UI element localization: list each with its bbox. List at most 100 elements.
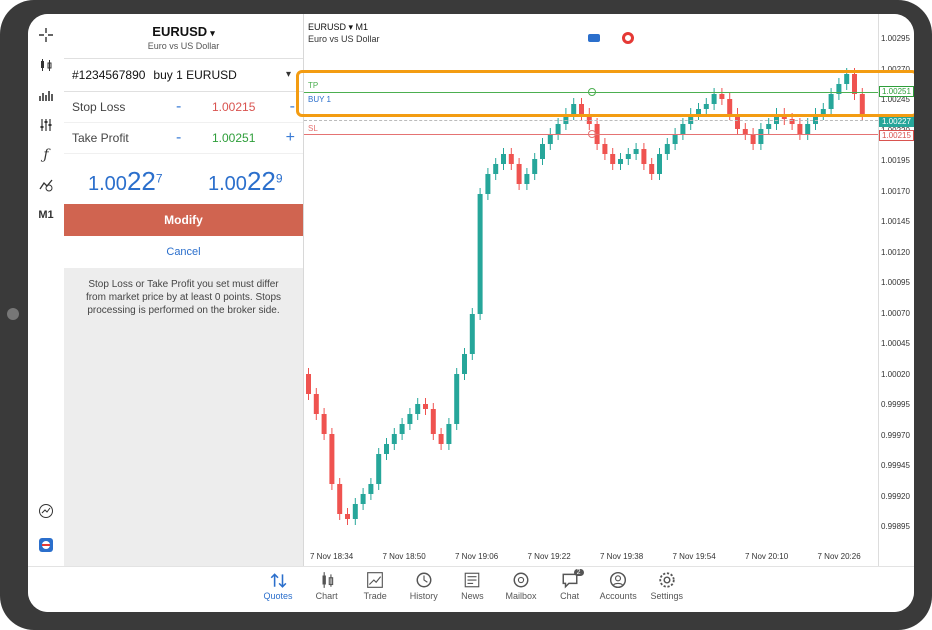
chat-badge: 2 — [573, 569, 584, 576]
candle — [524, 174, 530, 184]
history-icon — [416, 572, 432, 588]
ask-price: 1.00229 — [208, 166, 283, 196]
candle — [672, 134, 678, 144]
candle — [657, 154, 662, 174]
nav-trade[interactable]: Trade — [351, 571, 399, 601]
symbol-header[interactable]: EURUSD ▾ Euro vs US Dollar — [64, 14, 303, 59]
price-tick: 1.00270 — [881, 64, 910, 74]
symbol-name: EURUSD — [152, 24, 208, 39]
candle — [368, 484, 374, 494]
candle — [532, 159, 538, 174]
price-tick: 1.00120 — [881, 247, 910, 257]
price-chart[interactable]: EURUSD ▾ M1 Euro vs US Dollar TP BUY 1 S… — [304, 14, 914, 566]
nav-label: Chart — [315, 591, 338, 601]
nav-quotes[interactable]: Quotes — [254, 571, 302, 601]
candle — [859, 94, 865, 114]
candle — [633, 149, 639, 154]
candle — [813, 114, 818, 124]
chevron-down-icon: ▾ — [210, 28, 215, 38]
sliders-icon[interactable] — [34, 114, 58, 136]
price-tick: 1.00195 — [881, 156, 910, 165]
oneclick-icon[interactable] — [34, 534, 58, 556]
nav-label: Trade — [363, 591, 387, 601]
price-tick: 0.99920 — [881, 491, 910, 501]
candle — [462, 354, 467, 374]
candle — [352, 504, 358, 519]
time-tick: 7 Nov 18:34 — [310, 552, 354, 561]
tablet-frame: ƒ M1 EURUSD ▾ Euro vs US Dollar #12345678… — [0, 0, 932, 630]
candle — [469, 314, 475, 354]
candle — [337, 484, 343, 514]
candle — [610, 154, 616, 164]
candle — [423, 404, 428, 409]
accounts-icon — [610, 571, 627, 589]
candle — [454, 374, 460, 424]
indicators-icon[interactable] — [34, 84, 58, 106]
ticket-selector[interactable]: #1234567890 buy 1 EURUSD ▾ — [64, 59, 303, 92]
candle — [399, 424, 405, 434]
candle — [415, 404, 421, 414]
price-tick: 0.99895 — [881, 522, 910, 531]
stop-loss-row: Stop Loss - 1.00215 - — [64, 92, 303, 123]
current-price-badge: 1.00227 — [879, 116, 914, 127]
price-tick: 0.99970 — [881, 430, 910, 440]
candlestick-icon[interactable] — [34, 54, 58, 76]
nav-accounts[interactable]: Accounts — [594, 571, 642, 601]
candle — [688, 114, 694, 124]
sl-price-badge: 1.00215 — [879, 130, 914, 141]
modify-order-panel: EURUSD ▾ Euro vs US Dollar #1234567890 bu… — [64, 14, 304, 566]
tp-marker-icon[interactable] — [588, 88, 596, 96]
nav-settings[interactable]: Settings — [643, 571, 691, 601]
nav-mailbox[interactable]: Mailbox — [497, 571, 545, 601]
price-tick: 1.00145 — [881, 217, 910, 226]
nav-history[interactable]: History — [400, 571, 448, 601]
candle — [407, 414, 413, 424]
price-line — [304, 120, 878, 121]
trend-icon[interactable] — [34, 500, 58, 522]
candle — [844, 74, 850, 84]
candle — [625, 154, 631, 159]
candle — [306, 374, 311, 394]
candle — [391, 434, 397, 444]
candle — [758, 129, 764, 144]
stop-loss-value[interactable]: 1.00215 — [212, 100, 255, 114]
sl-marker-icon[interactable] — [588, 130, 596, 138]
price-axis: 1.002951.002701.002451.002201.001951.001… — [878, 14, 914, 566]
trade-icon — [367, 572, 384, 588]
candle — [727, 99, 733, 114]
chevron-down-icon: ▾ — [285, 69, 291, 80]
nav-label: Quotes — [263, 591, 293, 601]
time-tick: 7 Nov 20:26 — [817, 552, 861, 561]
crosshair-icon[interactable] — [34, 24, 58, 46]
candle — [345, 514, 350, 519]
price-tick: 0.99945 — [881, 461, 910, 470]
stop-loss-plus-button[interactable]: - — [290, 98, 295, 116]
chart-icon — [322, 572, 333, 588]
candle — [555, 124, 561, 134]
nav-news[interactable]: News — [448, 571, 496, 601]
stop-loss-minus-button[interactable]: - — [176, 98, 181, 116]
modify-button[interactable]: Modify — [64, 204, 303, 236]
take-profit-plus-button[interactable]: + — [286, 129, 295, 147]
take-profit-minus-button[interactable]: - — [176, 129, 181, 147]
candle — [602, 144, 608, 154]
stops-note: Stop Loss or Take Profit you set must di… — [85, 279, 282, 316]
cancel-button[interactable]: Cancel — [64, 236, 303, 268]
take-profit-value[interactable]: 1.00251 — [212, 131, 255, 145]
candle — [485, 174, 491, 194]
nav-chart[interactable]: Chart — [303, 571, 351, 601]
function-icon[interactable]: ƒ — [34, 144, 58, 166]
nav-chat[interactable]: 2 Chat — [546, 569, 594, 601]
objects-icon[interactable] — [34, 174, 58, 196]
home-button[interactable] — [7, 308, 19, 320]
time-tick: 7 Nov 20:10 — [745, 552, 789, 561]
candle — [493, 164, 499, 174]
candle — [828, 94, 834, 109]
left-toolbar: ƒ M1 — [28, 14, 65, 566]
candle — [384, 444, 389, 454]
bid-price: 1.00227 — [88, 166, 163, 196]
tp-label: TP — [308, 81, 319, 90]
candle — [820, 109, 826, 114]
timeframe-button[interactable]: M1 — [34, 204, 58, 226]
price-tick: 1.00045 — [881, 339, 910, 348]
